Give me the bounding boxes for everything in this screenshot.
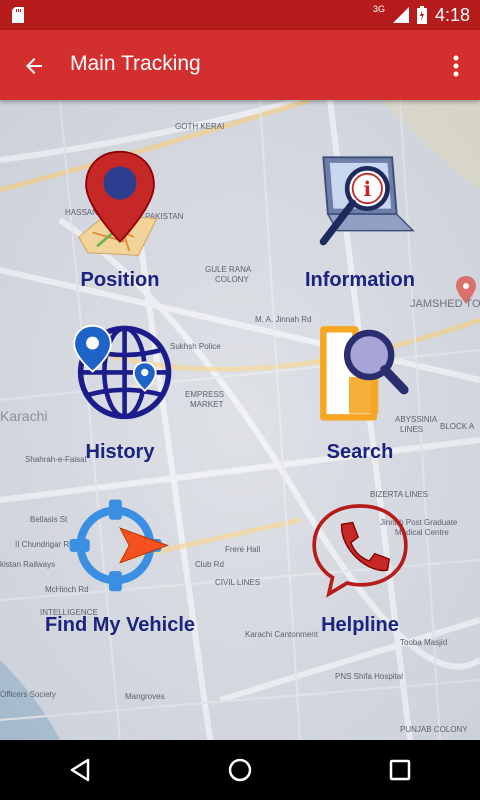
clock: 4:18 [434,4,470,25]
battery-icon [416,6,427,24]
map-label: Tooba Masjid [400,638,448,647]
helpline-tile[interactable]: Helpline [260,495,460,637]
recents-square-icon [389,759,411,781]
information-laptop-icon: i [319,156,415,246]
location-pin-map-icon [78,150,158,256]
back-triangle-icon [70,758,90,782]
map-label: Officers Society [0,690,56,699]
find-my-vehicle-tile[interactable]: Find My Vehicle [20,495,220,637]
nav-recents-button[interactable] [370,740,430,800]
network-type: 3G [372,4,385,14]
nav-back-button[interactable] [50,740,110,800]
map-background: GOTH KERAI HASSAN PAKISTAN GULE RANA COL… [0,100,480,740]
document-search-icon [320,326,409,421]
map-label: PUNJAB COLONY [400,725,468,734]
map-label: JAMSHED TOW [410,298,480,310]
map-label: Frere Hall [225,545,261,554]
search-label: Search [326,441,394,463]
page-title: Main Tracking [70,52,201,75]
helpline-label: Helpline [321,614,399,636]
position-label: Position [80,269,160,291]
map-label: Mangroves [125,692,165,701]
status-bar: 3G 4:18 [0,0,480,30]
sd-card-icon [12,7,24,23]
map-label: CIVIL LINES [215,578,261,587]
svg-text:i: i [363,177,371,201]
history-tile[interactable]: History [20,322,220,464]
find-my-vehicle-label: Find My Vehicle [44,614,196,636]
arrow-back-icon [26,58,42,74]
phone-bubble-icon [312,504,408,598]
app-bar: Main Tracking [0,30,480,100]
search-tile[interactable]: Search [260,322,460,464]
information-tile[interactable]: i Information [260,150,460,292]
signal-icon [392,7,409,23]
map-label: PNS Shifa Hospital [335,672,404,681]
nav-home-button[interactable] [210,740,270,800]
map-label: COLONY [215,275,249,284]
more-vert-icon [453,55,459,77]
system-nav-bar [0,740,480,800]
overflow-menu-button[interactable] [446,50,466,82]
home-circle-icon [228,758,252,782]
crosshair-navigation-icon [69,499,170,592]
map-label: GOTH KERAI [175,122,225,131]
back-button[interactable] [18,50,50,82]
history-label: History [85,441,155,463]
information-label: Information [305,269,415,291]
globe-location-icon [73,324,172,420]
position-tile[interactable]: Position [20,150,220,292]
